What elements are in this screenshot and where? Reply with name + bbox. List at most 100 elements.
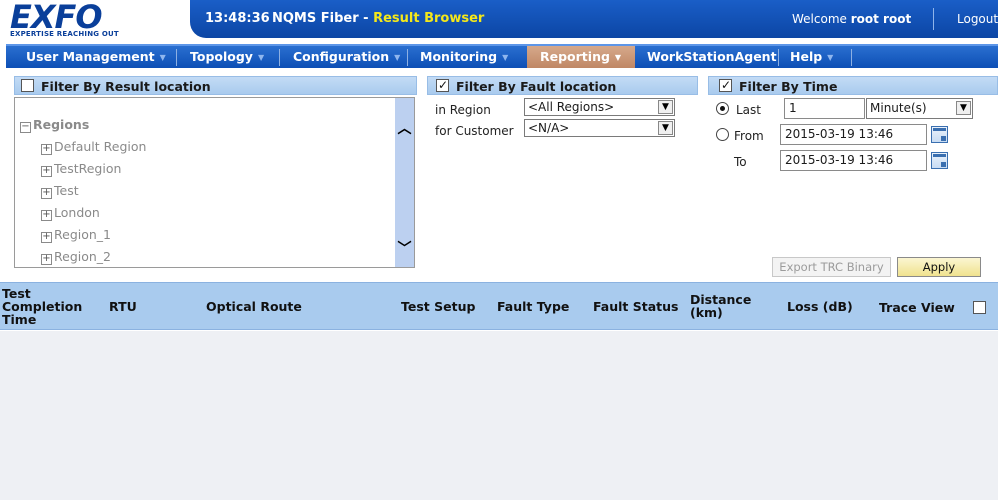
chevron-down-icon[interactable]: ▼ (658, 100, 673, 114)
nav-divider (851, 49, 852, 66)
column-header-test-setup[interactable]: Test Setup (401, 300, 475, 313)
app-header: EXFO EXPERTISE REACHING OUT 13:48:36 NQM… (0, 0, 998, 38)
filter-time-checkbox[interactable] (719, 77, 732, 94)
customer-select-value: <N/A> (528, 121, 570, 135)
welcome-text: Welcome root root (792, 12, 911, 26)
nav-label: Monitoring (420, 49, 498, 64)
scroll-down-icon[interactable]: ﹀ (397, 238, 412, 257)
clock: 13:48:36 (205, 11, 270, 26)
last-amount-input[interactable]: 1 (784, 98, 865, 119)
nav-item-monitoring[interactable]: Monitoring ▼ (420, 46, 508, 68)
chevron-down-icon: ▼ (502, 53, 509, 62)
expand-icon[interactable]: + (41, 232, 52, 243)
nav-divider (778, 49, 779, 66)
to-date-input[interactable]: 2015-03-19 13:46 (780, 150, 927, 171)
calendar-icon[interactable] (931, 126, 948, 143)
scroll-up-icon[interactable]: ︿ (397, 118, 412, 137)
main-nav: User Management ▼ Topology ▼ Configuration… (0, 38, 998, 68)
nav-divider (279, 49, 280, 66)
nav-label: User Management (26, 49, 155, 64)
from-radio[interactable] (716, 128, 729, 141)
region-select[interactable]: <All Regions> ▼ (524, 98, 675, 116)
page-name: Result Browser (373, 11, 485, 26)
customer-select[interactable]: <N/A> ▼ (524, 119, 675, 137)
tree-item-label: Default Region (54, 139, 147, 154)
expand-icon[interactable]: + (41, 254, 52, 265)
filter-fault-location-checkbox[interactable] (436, 77, 449, 94)
apply-button[interactable]: Apply (897, 257, 981, 277)
app-title: NQMS Fiber - Result Browser (272, 11, 484, 26)
nav-item-topology[interactable]: Topology ▼ (190, 46, 264, 68)
customer-label: for Customer (435, 124, 514, 138)
time-unit-value: Minute(s) (870, 101, 927, 115)
tree-item[interactable]: + TestRegion (41, 161, 121, 177)
expand-icon[interactable]: + (41, 188, 52, 199)
welcome-prefix: Welcome (792, 12, 851, 26)
select-all-checkbox[interactable] (973, 301, 986, 314)
nav-label: Configuration (293, 49, 390, 64)
tree-item-label: Test (54, 183, 79, 198)
results-table-body (0, 331, 998, 500)
nav-label: Reporting (540, 49, 610, 64)
tree-item-label: London (54, 205, 100, 220)
results-table-header: Test Completion Time RTU Optical Route T… (0, 282, 998, 330)
export-trc-binary-button[interactable]: Export TRC Binary (772, 257, 891, 277)
filter-time-title: Filter By Time (739, 79, 838, 94)
column-header-test-completion-time[interactable]: Test Completion Time (2, 287, 82, 326)
collapse-icon[interactable]: − (20, 122, 31, 133)
to-label: To (734, 155, 747, 169)
tree-root[interactable]: − Regions (20, 117, 89, 133)
filter-result-location-header: Filter By Result location (14, 76, 417, 95)
expand-icon[interactable]: + (41, 210, 52, 221)
logo-tagline: EXPERTISE REACHING OUT (10, 30, 119, 38)
tree-item[interactable]: + Region_2 (41, 249, 111, 265)
title-bar: 13:48:36 NQMS Fiber - Result Browser Wel… (190, 0, 998, 38)
app-name: NQMS Fiber - (272, 11, 374, 26)
column-header-fault-status[interactable]: Fault Status (593, 300, 678, 313)
tree-root-label: Regions (33, 117, 90, 132)
chevron-down-icon: ▼ (827, 53, 834, 62)
chevron-down-icon[interactable]: ▼ (956, 101, 971, 115)
chevron-down-icon: ▼ (159, 53, 166, 62)
tree-item[interactable]: + Test (41, 183, 79, 199)
expand-icon[interactable]: + (41, 166, 52, 177)
nav-item-user-management[interactable]: User Management ▼ (26, 46, 166, 68)
nav-label: Topology (190, 49, 253, 64)
nav-item-workstationagent[interactable]: WorkStationAgent (647, 46, 777, 68)
tree-item-label: Region_1 (54, 227, 111, 242)
time-unit-select[interactable]: Minute(s) ▼ (866, 98, 973, 119)
nav-item-reporting[interactable]: Reporting ▼ (527, 46, 635, 68)
chevron-down-icon[interactable]: ▼ (658, 121, 673, 135)
from-label: From (734, 129, 764, 143)
tree-item-label: TestRegion (54, 161, 122, 176)
tree-item[interactable]: + Default Region (41, 139, 146, 155)
logout-link[interactable]: Logout (957, 12, 998, 26)
nav-divider (176, 49, 177, 66)
tree-item[interactable]: + Region_1 (41, 227, 111, 243)
column-header-loss[interactable]: Loss (dB) (787, 300, 853, 313)
tree-item[interactable]: + London (41, 205, 100, 221)
from-date-input[interactable]: 2015-03-19 13:46 (780, 124, 927, 145)
exfo-logo: EXFO EXPERTISE REACHING OUT (4, 0, 190, 38)
nav-item-configuration[interactable]: Configuration ▼ (293, 46, 400, 68)
column-header-optical-route[interactable]: Optical Route (206, 300, 302, 313)
column-header-distance[interactable]: Distance (km) (690, 293, 762, 319)
header-divider (933, 8, 934, 30)
filter-result-location-title: Filter By Result location (41, 79, 211, 94)
tree-scrollbar[interactable]: ︿ ﹀ (395, 98, 414, 267)
expand-icon[interactable]: + (41, 144, 52, 155)
chevron-down-icon: ▼ (257, 53, 265, 62)
chevron-down-icon: ▼ (394, 53, 401, 62)
filter-result-location-checkbox[interactable] (21, 79, 34, 92)
last-radio[interactable] (716, 102, 729, 115)
filter-fault-location-header: Filter By Fault location (427, 76, 698, 95)
calendar-icon[interactable] (931, 152, 948, 169)
region-label: in Region (435, 103, 491, 117)
chevron-down-icon: ▼ (614, 53, 622, 62)
nav-item-help[interactable]: Help ▼ (790, 46, 833, 68)
filter-fault-location-title: Filter By Fault location (456, 79, 617, 94)
column-header-trace-view[interactable]: Trace View (879, 301, 955, 314)
nav-label: WorkStationAgent (647, 49, 777, 64)
column-header-rtu[interactable]: RTU (109, 300, 137, 313)
column-header-fault-type[interactable]: Fault Type (497, 300, 569, 313)
